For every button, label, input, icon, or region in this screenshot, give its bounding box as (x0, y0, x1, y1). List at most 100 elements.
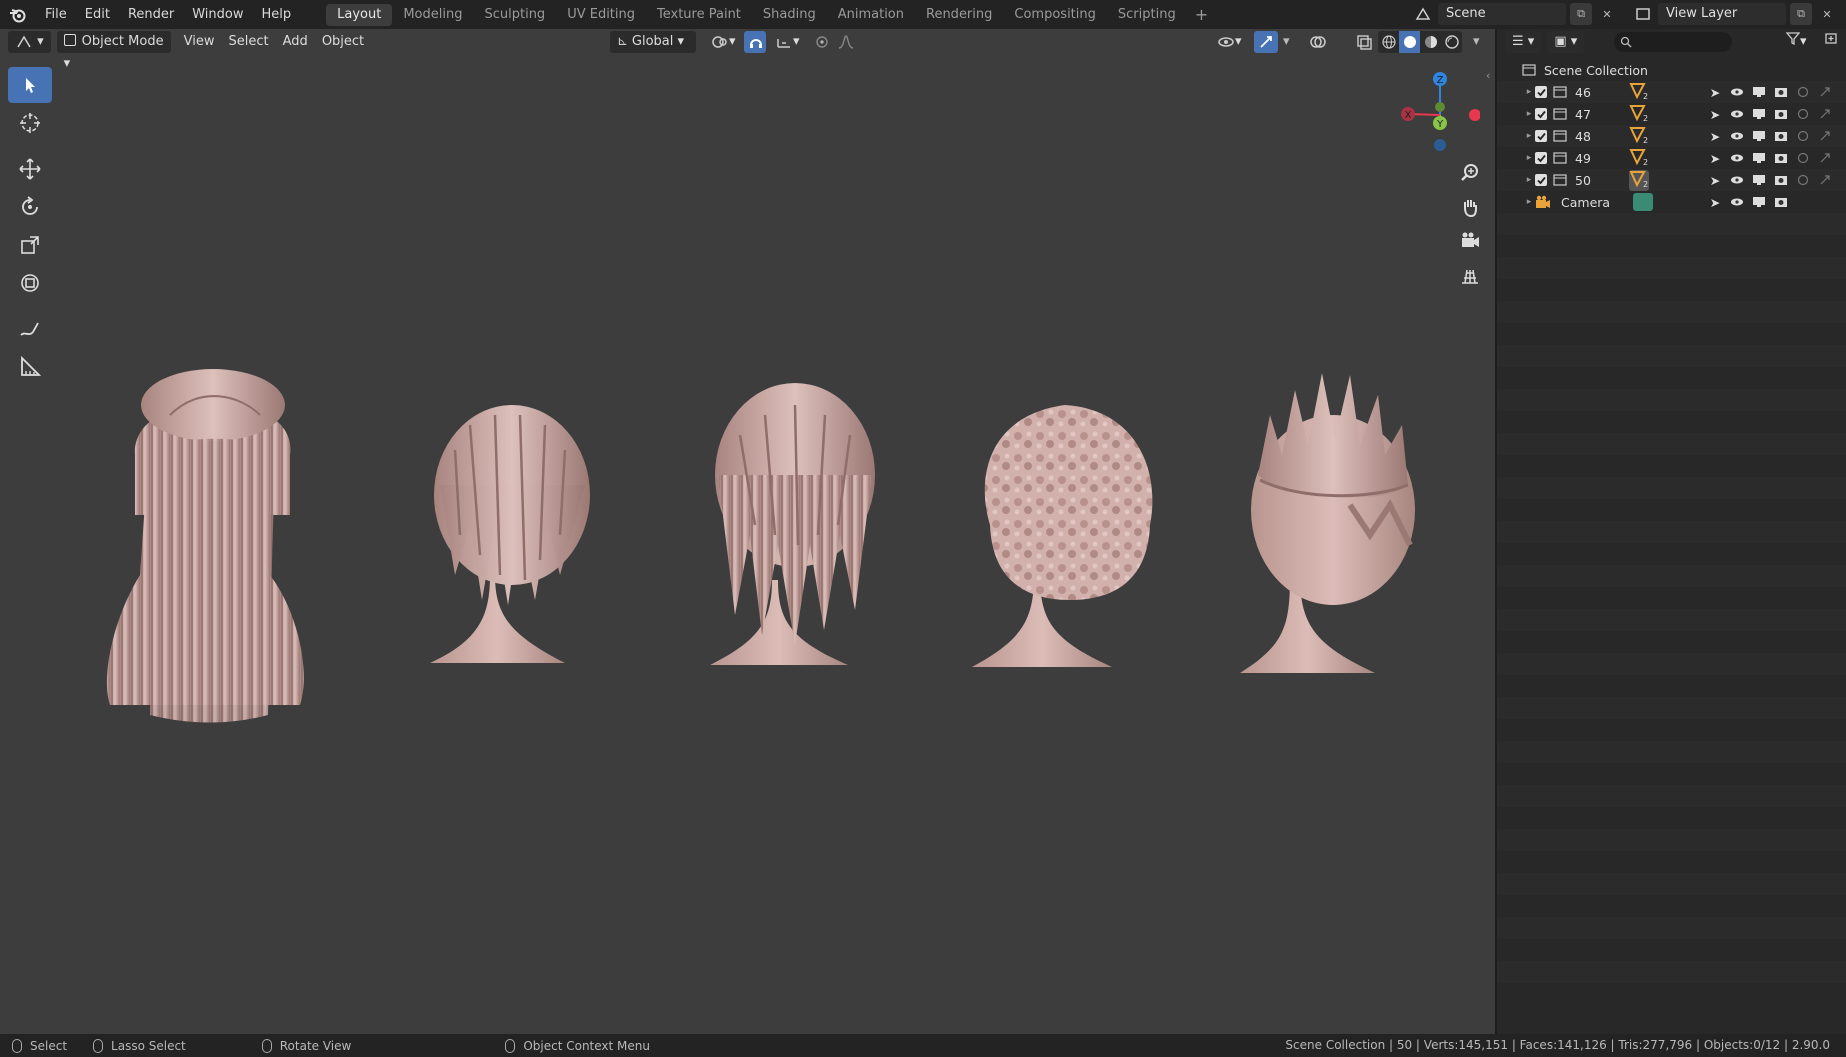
view-menu[interactable]: View (177, 31, 222, 53)
tab-animation[interactable]: Animation (827, 4, 915, 26)
solid-shading-icon[interactable] (1399, 31, 1420, 53)
expand-caret-icon[interactable]: ▸ (1523, 175, 1535, 185)
add-menu[interactable]: Add (276, 31, 315, 53)
tab-modeling[interactable]: Modeling (392, 4, 473, 26)
eye-icon[interactable] (1726, 197, 1748, 207)
monitor-icon[interactable] (1748, 152, 1770, 164)
render-camera-icon[interactable] (1770, 196, 1792, 208)
monitor-icon[interactable] (1748, 196, 1770, 208)
snap-target-dropdown[interactable]: ▾ (768, 31, 807, 53)
expand-caret-icon[interactable]: ▸ (1523, 131, 1535, 141)
holdout-icon[interactable] (1792, 174, 1814, 186)
exclude-checkbox[interactable] (1535, 152, 1547, 164)
indirect-only-icon[interactable] (1814, 108, 1836, 120)
tab-scripting[interactable]: Scripting (1107, 4, 1187, 26)
new-scene-button[interactable]: ⧉ (1570, 3, 1592, 25)
tree-row[interactable]: ▸ 50 2 ➤ (1497, 169, 1846, 191)
display-mode-dropdown[interactable]: ▣ ▾ (1547, 31, 1585, 53)
overlays-toggle-icon[interactable] (1302, 31, 1334, 53)
render-camera-icon[interactable] (1770, 152, 1792, 164)
indirect-only-icon[interactable] (1814, 152, 1836, 164)
remove-view-layer-icon[interactable]: ✕ (1816, 3, 1838, 25)
scene-collection-row[interactable]: Scene Collection (1497, 59, 1846, 81)
filter-icon[interactable]: ▾ (1779, 31, 1814, 53)
3d-viewport[interactable]: ▾ Object Mode ▾ View Select Add Object ⊾… (0, 29, 1495, 1034)
xray-toggle-icon[interactable] (1348, 31, 1380, 53)
wireframe-shading-icon[interactable] (1378, 34, 1399, 50)
tree-row[interactable]: ▸ 49 2 ➤ (1497, 147, 1846, 169)
outliner-search-input[interactable] (1614, 32, 1733, 52)
tab-rendering[interactable]: Rendering (915, 4, 1003, 26)
object-mode-dropdown[interactable]: Object Mode ▾ (56, 31, 171, 71)
menu-help[interactable]: Help (253, 0, 301, 29)
transform-orientation-dropdown[interactable]: ⊾ Global ▾ (610, 31, 696, 53)
eye-icon[interactable] (1726, 131, 1748, 141)
expand-caret-icon[interactable]: ▸ (1523, 153, 1535, 163)
expand-caret-icon[interactable]: ▸ (1523, 109, 1535, 119)
render-camera-icon[interactable] (1770, 174, 1792, 186)
eye-icon[interactable] (1726, 153, 1748, 163)
exclude-checkbox[interactable] (1535, 174, 1547, 186)
outliner-empty-area[interactable] (1497, 213, 1846, 1005)
menu-edit[interactable]: Edit (76, 0, 119, 29)
monitor-icon[interactable] (1748, 174, 1770, 186)
editor-type-dropdown[interactable]: ▾ (8, 31, 51, 53)
eye-icon[interactable] (1726, 175, 1748, 185)
expand-caret-icon[interactable]: ▸ (1523, 197, 1535, 207)
select-toggle-icon[interactable]: ➤ (1704, 129, 1726, 144)
holdout-icon[interactable] (1792, 108, 1814, 120)
material-shading-icon[interactable] (1420, 34, 1441, 50)
select-toggle-icon[interactable]: ➤ (1704, 151, 1726, 166)
visibility-dropdown-icon[interactable]: ▾ (1210, 31, 1249, 53)
tree-row[interactable]: ▸ 48 2 ➤ (1497, 125, 1846, 147)
tree-row-camera[interactable]: ▸ Camera ➤ (1497, 191, 1846, 213)
select-toggle-icon[interactable]: ➤ (1704, 173, 1726, 188)
indirect-only-icon[interactable] (1814, 130, 1836, 142)
scene-name-field[interactable]: Scene (1438, 3, 1566, 25)
view-layer-name-field[interactable]: View Layer (1658, 3, 1786, 25)
scene-icon[interactable] (1412, 3, 1434, 25)
holdout-icon[interactable] (1792, 152, 1814, 164)
tree-row[interactable]: ▸ 47 2 ➤ (1497, 103, 1846, 125)
tab-shading[interactable]: Shading (752, 4, 827, 26)
menu-window[interactable]: Window (183, 0, 252, 29)
tab-uv-editing[interactable]: UV Editing (556, 4, 646, 26)
tab-compositing[interactable]: Compositing (1003, 4, 1107, 26)
holdout-icon[interactable] (1792, 130, 1814, 142)
menu-file[interactable]: File (36, 0, 76, 29)
gizmo-dropdown[interactable]: ▾ (1276, 31, 1297, 53)
holdout-icon[interactable] (1792, 86, 1814, 98)
blender-logo-icon[interactable] (0, 0, 36, 29)
object-menu[interactable]: Object (315, 31, 371, 53)
exclude-checkbox[interactable] (1535, 108, 1547, 120)
select-toggle-icon[interactable]: ➤ (1704, 107, 1726, 122)
render-camera-icon[interactable] (1770, 86, 1792, 98)
remove-scene-icon[interactable]: ✕ (1596, 3, 1618, 25)
monitor-icon[interactable] (1748, 108, 1770, 120)
monitor-icon[interactable] (1748, 86, 1770, 98)
view-layer-icon[interactable] (1632, 3, 1654, 25)
indirect-only-icon[interactable] (1814, 86, 1836, 98)
rendered-shading-icon[interactable] (1441, 34, 1462, 50)
tab-sculpting[interactable]: Sculpting (473, 4, 556, 26)
snap-toggle-icon[interactable] (744, 31, 766, 53)
render-camera-icon[interactable] (1770, 130, 1792, 142)
expand-caret-icon[interactable]: ▸ (1523, 87, 1535, 97)
tab-texture-paint[interactable]: Texture Paint (646, 4, 752, 26)
select-toggle-icon[interactable]: ➤ (1704, 195, 1726, 210)
gizmo-toggle-icon[interactable] (1254, 31, 1278, 53)
render-camera-icon[interactable] (1770, 108, 1792, 120)
select-menu[interactable]: Select (222, 31, 276, 53)
eye-icon[interactable] (1726, 87, 1748, 97)
falloff-curve-icon[interactable] (830, 31, 862, 53)
tree-row[interactable]: ▸ 46 2 ➤ (1497, 81, 1846, 103)
exclude-checkbox[interactable] (1535, 86, 1547, 98)
select-toggle-icon[interactable]: ➤ (1704, 85, 1726, 100)
scene-objects[interactable] (0, 55, 1495, 1034)
indirect-only-icon[interactable] (1814, 174, 1836, 186)
new-view-layer-button[interactable]: ⧉ (1790, 3, 1812, 25)
exclude-checkbox[interactable] (1535, 130, 1547, 142)
new-collection-icon[interactable] (1817, 31, 1845, 53)
eye-icon[interactable] (1726, 109, 1748, 119)
shading-dropdown[interactable]: ▾ (1466, 31, 1487, 53)
